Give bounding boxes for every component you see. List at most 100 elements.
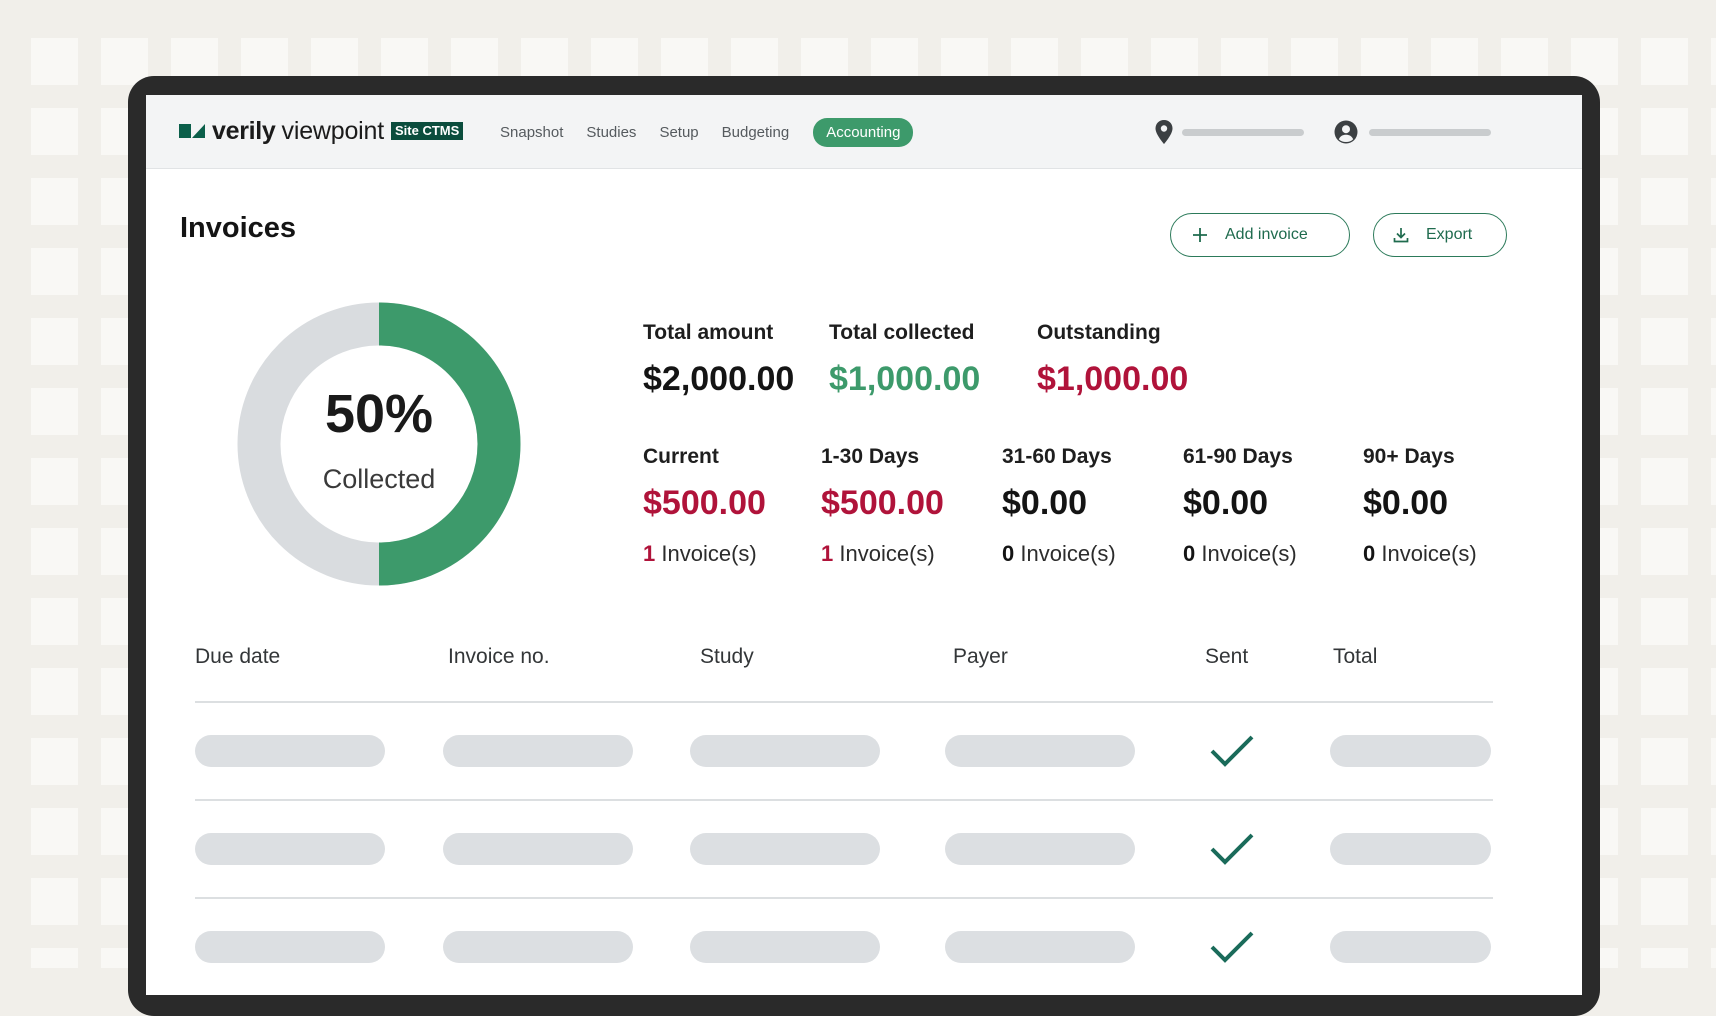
background-tile	[101, 38, 148, 85]
background-tile	[31, 528, 78, 575]
background-tile	[1641, 878, 1688, 925]
collected-caption: Collected	[322, 464, 436, 494]
background-tile	[1641, 738, 1688, 785]
checkmark-icon	[1210, 735, 1254, 767]
top-navigation-bar: verily viewpoint Site CTMS Snapshot Stud…	[146, 95, 1582, 169]
column-header-payer[interactable]: Payer	[953, 645, 1008, 669]
background-tile	[31, 808, 78, 855]
due-date-placeholder	[195, 931, 385, 963]
aging-61-90-label: 61-90 Days	[1183, 445, 1293, 468]
background-tile	[31, 878, 78, 925]
nav-item-setup[interactable]: Setup	[659, 124, 698, 141]
aging-31-60-count: 0 Invoice(s)	[1002, 541, 1116, 566]
background-tile	[1641, 598, 1688, 645]
background-tile	[1711, 528, 1716, 575]
background-tile	[1641, 948, 1688, 968]
nav-item-accounting[interactable]: Accounting	[813, 117, 914, 147]
plus-icon	[1193, 228, 1207, 242]
background-tile	[31, 38, 78, 85]
payer-placeholder	[945, 931, 1135, 963]
nav-item-snapshot[interactable]: Snapshot	[500, 124, 563, 141]
background-tile	[1711, 878, 1716, 925]
column-header-study[interactable]: Study	[700, 645, 754, 669]
background-tile	[31, 458, 78, 505]
brand-logo[interactable]: verily viewpoint Site CTMS	[179, 116, 464, 145]
export-label: Export	[1426, 226, 1473, 243]
column-header-total[interactable]: Total	[1333, 645, 1377, 669]
app-screen: verily viewpoint Site CTMS Snapshot Stud…	[146, 95, 1582, 995]
verily-logo-icon	[179, 124, 205, 138]
background-tile	[1641, 458, 1688, 505]
user-account-icon[interactable]	[1334, 120, 1358, 144]
location-pin-icon[interactable]	[1154, 119, 1174, 145]
total-placeholder	[1330, 931, 1491, 963]
background-tile	[31, 318, 78, 365]
study-placeholder	[690, 931, 880, 963]
background-tile	[1641, 388, 1688, 435]
main-nav: Snapshot Studies Setup Budgeting Account…	[500, 117, 936, 147]
outstanding-label: Outstanding	[1037, 321, 1161, 344]
column-header-due-date[interactable]: Due date	[195, 645, 280, 669]
background-tile	[1641, 38, 1688, 85]
download-icon	[1393, 228, 1409, 243]
background-tile	[1711, 38, 1716, 85]
study-placeholder	[690, 833, 880, 865]
background-tile	[1711, 388, 1716, 435]
row-divider	[195, 897, 1493, 899]
background-tile	[1711, 318, 1716, 365]
aging-current-count: 1 Invoice(s)	[643, 541, 757, 566]
total-placeholder	[1330, 735, 1491, 767]
background-tile	[1641, 318, 1688, 365]
aging-61-90-value: $0.00	[1183, 484, 1269, 522]
aging-31-60-label: 31-60 Days	[1002, 445, 1112, 468]
total-collected-value: $1,000.00	[829, 360, 981, 398]
payer-placeholder	[945, 735, 1135, 767]
aging-90-plus-value: $0.00	[1363, 484, 1449, 522]
aging-current-value: $500.00	[643, 484, 766, 522]
background-tile	[1711, 458, 1716, 505]
aging-1-30-value: $500.00	[821, 484, 944, 522]
invoice-no-placeholder	[443, 931, 633, 963]
export-button[interactable]: Export	[1373, 213, 1507, 257]
nav-item-budgeting[interactable]: Budgeting	[722, 124, 790, 141]
checkmark-icon	[1210, 833, 1254, 865]
aging-1-30-label: 1-30 Days	[821, 445, 920, 468]
background-tile	[31, 388, 78, 435]
background-tile	[31, 178, 78, 225]
table-header-divider	[195, 701, 1493, 703]
background-tile	[31, 738, 78, 785]
background-tile	[1641, 248, 1688, 295]
total-collected-label: Total collected	[829, 321, 975, 344]
background-tile	[1711, 108, 1716, 155]
nav-item-studies[interactable]: Studies	[586, 124, 636, 141]
background-tile	[1711, 178, 1716, 225]
background-tile	[1641, 108, 1688, 155]
background-tile	[1711, 248, 1716, 295]
aging-1-30-count: 1 Invoice(s)	[821, 541, 935, 566]
column-header-sent[interactable]: Sent	[1205, 645, 1248, 669]
background-tile	[31, 668, 78, 715]
aging-90-plus-label: 90+ Days	[1363, 445, 1455, 468]
brand-name-viewpoint: viewpoint	[281, 116, 385, 145]
background-tile	[1641, 668, 1688, 715]
background-tile	[31, 948, 78, 968]
background-tile	[31, 248, 78, 295]
location-placeholder	[1182, 129, 1304, 136]
add-invoice-button[interactable]: Add invoice	[1170, 213, 1350, 257]
payer-placeholder	[945, 833, 1135, 865]
due-date-placeholder	[195, 833, 385, 865]
background-tile	[31, 108, 78, 155]
background-tile	[1641, 178, 1688, 225]
add-invoice-label: Add invoice	[1225, 226, 1308, 243]
page-title: Invoices	[180, 212, 297, 244]
brand-name-verily: verily	[212, 116, 276, 145]
checkmark-icon	[1210, 931, 1254, 963]
row-divider	[195, 799, 1493, 801]
invoice-no-placeholder	[443, 735, 633, 767]
background-tile	[1711, 668, 1716, 715]
column-header-invoice-no[interactable]: Invoice no.	[448, 645, 550, 669]
total-placeholder	[1330, 833, 1491, 865]
product-badge: Site CTMS	[390, 122, 464, 140]
background-tile	[31, 598, 78, 645]
background-tile	[1711, 738, 1716, 785]
